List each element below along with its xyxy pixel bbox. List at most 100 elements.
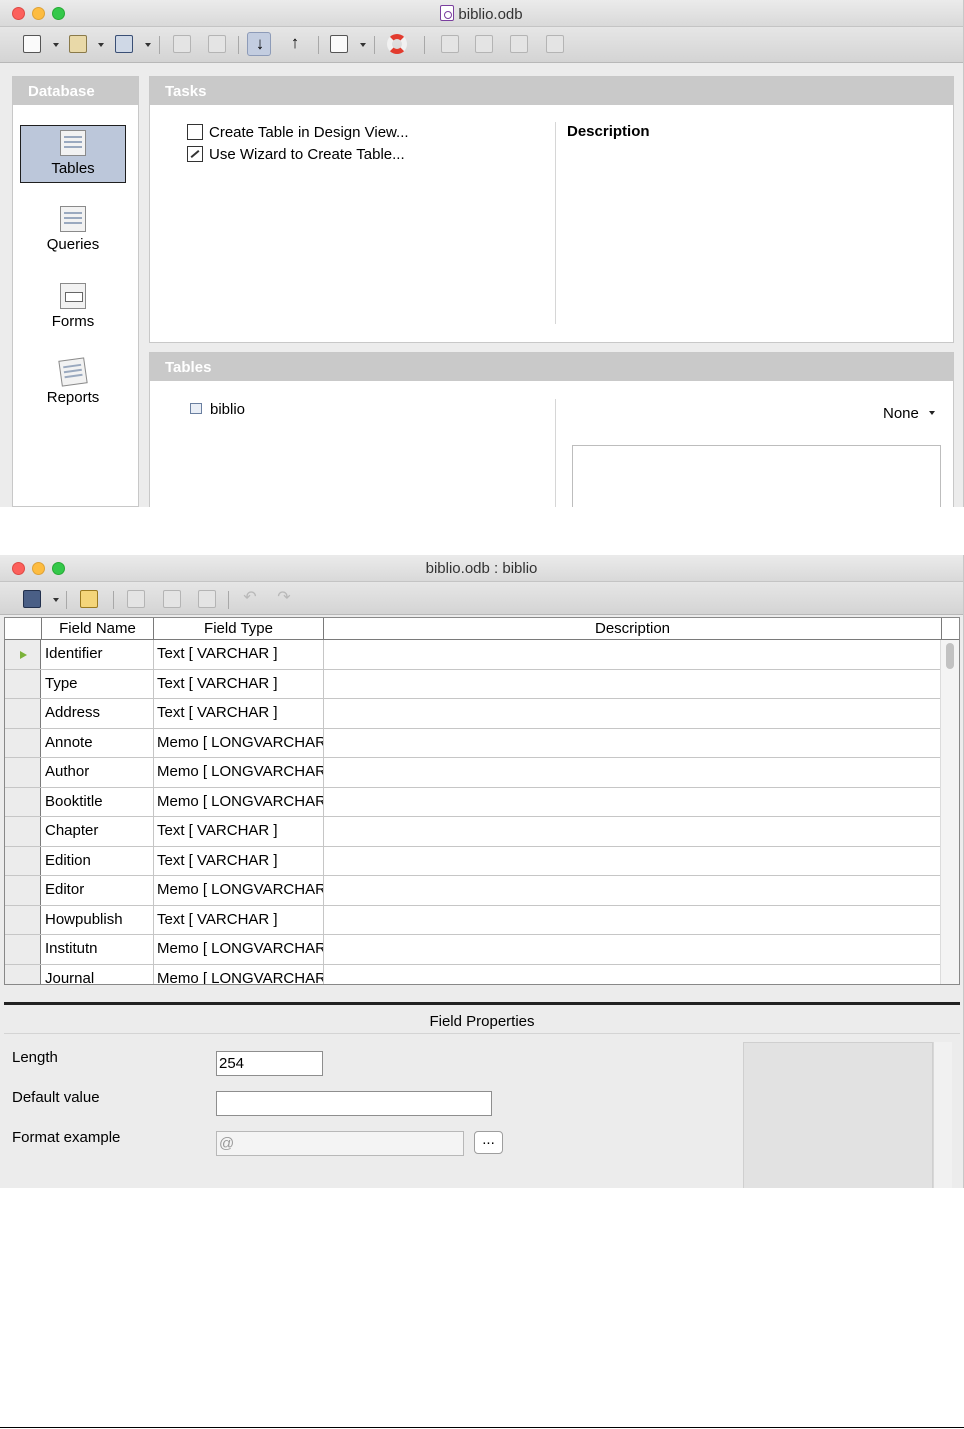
description-cell[interactable]	[324, 758, 941, 787]
form-button[interactable]	[327, 32, 351, 56]
table-item-biblio[interactable]: biblio	[190, 401, 245, 418]
new-dropdown-arrow[interactable]	[53, 43, 59, 47]
open-dropdown-arrow[interactable]	[98, 43, 104, 47]
column-header-field-name[interactable]: Field Name	[42, 618, 154, 640]
field-name-cell[interactable]: Editor	[42, 876, 154, 905]
database-item-reports[interactable]: Reports	[20, 357, 126, 417]
field-name-cell[interactable]: Booktitle	[42, 787, 154, 816]
form-dropdown-arrow[interactable]	[360, 43, 366, 47]
help-button[interactable]	[385, 32, 409, 56]
task-create-table-design-view[interactable]: Create Table in Design View...	[187, 124, 409, 141]
redo-button[interactable]: ↷	[272, 587, 296, 611]
column-header-description[interactable]: Description	[324, 618, 942, 640]
save-button[interactable]	[112, 32, 136, 56]
cut-button[interactable]	[124, 587, 148, 611]
copy-button[interactable]	[170, 32, 194, 56]
field-name-cell[interactable]: Chapter	[42, 817, 154, 846]
format-browse-button[interactable]: ...	[474, 1131, 503, 1154]
field-name-cell[interactable]: Type	[42, 669, 154, 698]
undo-button[interactable]: ↶	[238, 587, 262, 611]
rename-object-button[interactable]	[543, 32, 567, 56]
table-row[interactable]: Editor Memo [ LONGVARCHAR ]	[5, 876, 941, 906]
field-name-cell[interactable]: Identifier	[42, 640, 154, 669]
description-cell[interactable]	[324, 876, 941, 905]
description-cell[interactable]	[324, 669, 941, 698]
table-row[interactable]: Identifier Text [ VARCHAR ]	[5, 640, 941, 670]
field-type-cell[interactable]: Memo [ LONGVARCHAR ]	[154, 876, 324, 905]
description-cell[interactable]	[324, 964, 941, 984]
pane-splitter[interactable]	[4, 1002, 960, 1005]
row-selector[interactable]	[5, 669, 41, 698]
field-type-cell[interactable]: Memo [ LONGVARCHAR ]	[154, 758, 324, 787]
open-object-button[interactable]	[438, 32, 462, 56]
table-row[interactable]: Author Memo [ LONGVARCHAR ]	[5, 758, 941, 788]
table-row[interactable]: Address Text [ VARCHAR ]	[5, 699, 941, 729]
column-header-field-type[interactable]: Field Type	[154, 618, 324, 640]
field-type-cell[interactable]: Text [ VARCHAR ]	[154, 817, 324, 846]
database-item-tables[interactable]: Tables	[20, 125, 126, 183]
row-selector[interactable]	[5, 935, 41, 964]
database-item-queries[interactable]: Queries	[20, 206, 126, 264]
field-type-cell[interactable]: Memo [ LONGVARCHAR ]	[154, 935, 324, 964]
description-cell[interactable]	[324, 787, 941, 816]
new-document-button[interactable]	[20, 32, 44, 56]
scrollbar-thumb[interactable]	[946, 643, 954, 669]
field-name-cell[interactable]: Journal	[42, 964, 154, 984]
row-selector[interactable]	[5, 846, 41, 875]
description-cell[interactable]	[324, 846, 941, 875]
window-titlebar[interactable]: biblio.odb : biblio	[0, 555, 963, 582]
save-button[interactable]	[20, 587, 44, 611]
field-name-cell[interactable]: Howpublish	[42, 905, 154, 934]
row-selector[interactable]	[5, 758, 41, 787]
table-row[interactable]: Annote Memo [ LONGVARCHAR ]	[5, 728, 941, 758]
grid-vertical-scrollbar[interactable]	[940, 640, 959, 984]
database-item-forms[interactable]: Forms	[20, 283, 126, 341]
row-selector[interactable]	[5, 817, 41, 846]
description-cell[interactable]	[324, 728, 941, 757]
row-selector[interactable]	[5, 964, 41, 984]
field-type-cell[interactable]: Text [ VARCHAR ]	[154, 905, 324, 934]
field-name-cell[interactable]: Annote	[42, 728, 154, 757]
row-selector[interactable]	[5, 699, 41, 728]
length-field[interactable]: 254	[216, 1051, 323, 1076]
row-selector[interactable]	[5, 876, 41, 905]
row-selector[interactable]	[5, 787, 41, 816]
description-cell[interactable]	[324, 817, 941, 846]
field-name-cell[interactable]: Author	[42, 758, 154, 787]
sort-ascending-button[interactable]: ↓	[247, 32, 271, 56]
field-type-cell[interactable]: Text [ VARCHAR ]	[154, 846, 324, 875]
paste-button[interactable]	[205, 32, 229, 56]
field-type-cell[interactable]: Text [ VARCHAR ]	[154, 640, 324, 669]
save-dropdown-arrow[interactable]	[145, 43, 151, 47]
description-cell[interactable]	[324, 699, 941, 728]
edit-object-button[interactable]	[472, 32, 496, 56]
table-row[interactable]: Type Text [ VARCHAR ]	[5, 669, 941, 699]
default-value-field[interactable]	[216, 1091, 492, 1116]
help-scrollbar[interactable]	[933, 1042, 952, 1188]
preview-mode-dropdown[interactable]: None	[883, 405, 935, 422]
save-dropdown-arrow[interactable]	[53, 598, 59, 602]
field-type-cell[interactable]: Text [ VARCHAR ]	[154, 669, 324, 698]
field-type-cell[interactable]: Memo [ LONGVARCHAR ]	[154, 728, 324, 757]
table-row[interactable]: Journal Memo [ LONGVARCHAR ]	[5, 964, 941, 984]
field-name-cell[interactable]: Address	[42, 699, 154, 728]
copy-button[interactable]	[160, 587, 184, 611]
field-name-cell[interactable]: Institutn	[42, 935, 154, 964]
table-row[interactable]: Institutn Memo [ LONGVARCHAR ]	[5, 935, 941, 965]
field-name-cell[interactable]: Edition	[42, 846, 154, 875]
row-selector[interactable]	[5, 728, 41, 757]
description-cell[interactable]	[324, 905, 941, 934]
window-titlebar[interactable]: biblio.odb	[0, 0, 963, 27]
field-type-cell[interactable]: Memo [ LONGVARCHAR ]	[154, 964, 324, 984]
field-type-cell[interactable]: Memo [ LONGVARCHAR ]	[154, 787, 324, 816]
delete-object-button[interactable]	[507, 32, 531, 56]
table-row[interactable]: Booktitle Memo [ LONGVARCHAR ]	[5, 787, 941, 817]
edit-mode-button[interactable]	[77, 587, 101, 611]
description-cell[interactable]	[324, 640, 941, 669]
field-type-cell[interactable]: Text [ VARCHAR ]	[154, 699, 324, 728]
sort-descending-button[interactable]: ↑	[283, 32, 307, 56]
table-row[interactable]: Chapter Text [ VARCHAR ]	[5, 817, 941, 847]
paste-button[interactable]	[195, 587, 219, 611]
row-selector[interactable]	[5, 905, 41, 934]
task-use-wizard[interactable]: Use Wizard to Create Table...	[187, 146, 405, 163]
